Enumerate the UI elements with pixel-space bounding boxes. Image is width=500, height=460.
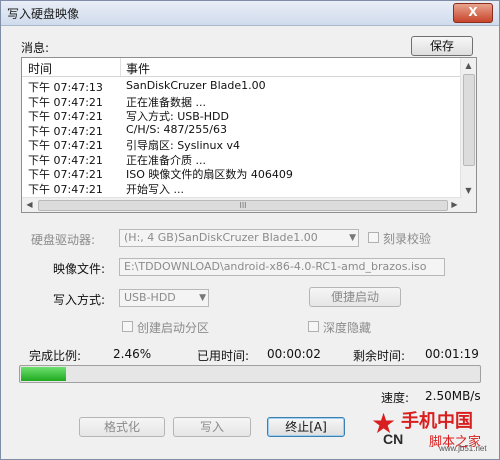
log-row: 下午 07:47:21 引导扇区: Syslinux v4 [22,136,462,152]
scroll-corner [461,198,476,212]
remaining-label: 剩余时间: [353,349,406,363]
log-header: 时间 事件 [22,58,462,77]
speed-label: 速度: [381,391,410,405]
log-row: 下午 07:47:21 正在准备数据 ... [22,93,462,109]
drive-label: 硬盘驱动器: [31,233,96,247]
write-mode-value: USB-HDD [124,291,176,304]
progress-value: 2.46% [113,347,152,361]
verify-checkbox[interactable] [368,232,379,243]
log-time: 下午 07:47:21 [28,182,103,196]
deep-hide-label: 深度隐藏 [323,321,372,335]
column-separator [120,58,121,76]
horizontal-scroll-thumb[interactable]: III [38,200,448,211]
write-disk-image-dialog: 写入硬盘映像 X 消息: 保存 时间 事件 下午 07:47:13 SanDisk… [0,0,500,460]
log-row: 下午 07:47:21 C/H/S: 487/255/63 [22,122,462,138]
watermark-logo: ★ 手机中国 CN 脚本之家 www.jb51.net [371,405,491,454]
write-mode-select[interactable]: USB-HDD ▼ [119,289,209,307]
scroll-up-arrow-icon[interactable]: ▲ [461,58,476,73]
log-event: C/H/S: 487/255/63 [126,122,227,136]
log-rows: 下午 07:47:13 SanDiskCruzer Blade1.00 下午 07… [22,78,462,196]
log-row: 下午 07:47:21 开始写入 ... [22,180,462,196]
write-button[interactable]: 写入 [173,417,251,437]
dropdown-arrow-icon: ▼ [199,293,206,303]
drive-select[interactable]: (H:, 4 GB)SanDiskCruzer Blade1.00 ▼ [119,229,359,247]
watermark-url: www.jb51.net [439,444,487,453]
remaining-value: 00:01:19 [425,347,479,361]
log-horizontal-scrollbar[interactable]: ◀ III ▶ [22,197,462,212]
column-header-event[interactable]: 事件 [126,60,150,77]
format-button[interactable]: 格式化 [79,417,165,437]
progress-fill [21,367,66,381]
verify-label: 刻录校验 [383,232,432,246]
log-row: 下午 07:47:21 正在准备介质 ... [22,151,462,167]
save-button[interactable]: 保存 [411,36,473,56]
watermark-cn: CN [383,431,404,447]
scroll-down-arrow-icon[interactable]: ▼ [461,183,476,198]
title-bar: 写入硬盘映像 X [1,1,499,26]
message-log[interactable]: 时间 事件 下午 07:47:13 SanDiskCruzer Blade1.00… [21,57,477,213]
create-boot-partition-checkbox[interactable] [122,321,133,332]
watermark-brand: 手机中国 [401,411,473,431]
image-file-label: 映像文件: [53,262,106,276]
column-header-time[interactable]: 时间 [28,60,52,77]
progress-label: 完成比例: [29,349,82,363]
quick-boot-button[interactable]: 便捷启动 [309,287,401,307]
log-row: 下午 07:47:21 ISO 映像文件的扇区数为 406409 [22,165,462,181]
speed-value: 2.50MB/s [425,389,481,403]
dropdown-arrow-icon: ▼ [349,233,356,243]
window-title: 写入硬盘映像 [7,7,80,21]
log-row: 下午 07:47:21 写入方式: USB-HDD [22,107,462,123]
vertical-scroll-thumb[interactable] [463,74,475,166]
elapsed-label: 已用时间: [197,349,250,363]
elapsed-value: 00:00:02 [267,347,321,361]
close-icon: X [468,5,478,19]
drive-select-value: (H:, 4 GB)SanDiskCruzer Blade1.00 [124,231,318,244]
deep-hide-checkbox[interactable] [308,321,319,332]
scroll-right-arrow-icon[interactable]: ▶ [447,198,462,212]
scroll-left-arrow-icon[interactable]: ◀ [22,198,37,212]
log-event: 开始写入 ... [126,182,184,196]
log-row: 下午 07:47:13 SanDiskCruzer Blade1.00 [22,78,462,94]
close-button[interactable]: X [453,3,493,23]
image-file-field[interactable]: E:\TDDOWNLOAD\android-x86-4.0-RC1-amd_br… [119,258,445,276]
abort-button[interactable]: 终止[A] [267,417,345,437]
messages-label: 消息: [21,41,50,55]
log-event: SanDiskCruzer Blade1.00 [126,79,266,92]
create-boot-partition-label: 创建启动分区 [137,321,210,335]
write-mode-label: 写入方式: [53,293,106,307]
log-vertical-scrollbar[interactable]: ▲ ▼ [460,58,476,198]
write-progress-bar [19,365,481,383]
